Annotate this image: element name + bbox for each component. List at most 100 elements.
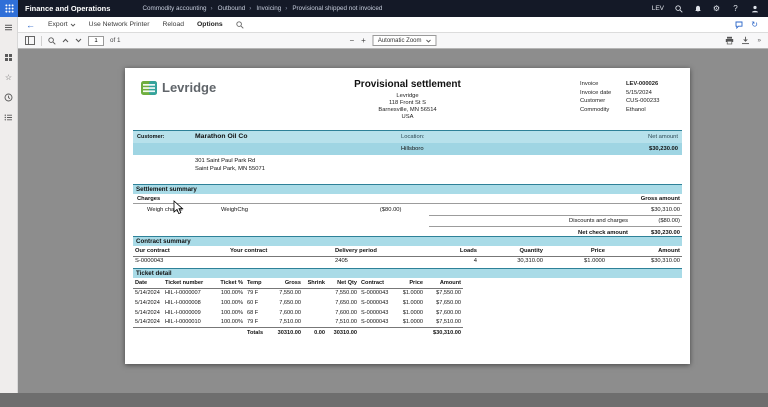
page-number-input[interactable]	[88, 35, 104, 46]
breadcrumb-item-area[interactable]: Outbound	[209, 5, 248, 12]
breadcrumb-item-group[interactable]: Invoicing	[247, 5, 283, 12]
table-cell: 7,510.00	[279, 319, 301, 326]
table-cell: 7,600.00	[335, 309, 357, 316]
breadcrumb-item-module[interactable]: Commodity accounting	[140, 5, 208, 12]
column-header: Ticket %	[217, 278, 245, 289]
mouse-cursor	[173, 200, 184, 215]
table-cell: S-0000043	[361, 309, 389, 316]
search-icon[interactable]	[674, 4, 683, 13]
feedback-icon[interactable]	[735, 21, 743, 29]
table-cell: HIL-I-0000008	[165, 299, 201, 306]
invoice-meta-block: Invoice LEV-000026 Invoice date 5/15/202…	[580, 81, 678, 113]
table-cell	[303, 289, 327, 299]
settings-gear-icon[interactable]: ⚙	[712, 4, 721, 13]
zoom-out-button[interactable]: −	[349, 36, 354, 45]
bell-icon[interactable]	[693, 4, 702, 13]
commodity-value: Ethanol	[626, 106, 646, 113]
action-bar: ← Export Use Network Printer Reload Opti…	[18, 17, 768, 33]
environment-label[interactable]: LEV	[652, 5, 664, 12]
report-page: Levridge Provisional settlement Levridge…	[125, 68, 690, 364]
table-cell: $30,310.00	[650, 258, 680, 265]
table-cell: S-0000043	[361, 319, 389, 326]
table-cell: S-0000043	[361, 299, 389, 306]
charge-code: WeighChg	[221, 206, 248, 213]
top-nav-bar: Finance and Operations Commodity account…	[0, 0, 768, 17]
help-icon[interactable]: ?	[731, 4, 740, 13]
export-label: Export	[48, 21, 68, 28]
customer-address-line1: 301 Saint Paul Park Rd	[195, 158, 256, 164]
table-cell: $7,510.00	[436, 319, 461, 326]
app-launcher-icon[interactable]	[0, 0, 18, 17]
zoom-in-button[interactable]: +	[361, 36, 366, 45]
toolbar-divider	[41, 35, 42, 46]
download-icon[interactable]	[741, 36, 750, 45]
invoice-label: Invoice	[580, 81, 599, 87]
column-header: Amount	[607, 246, 682, 257]
table-cell: 7,600.00	[279, 309, 301, 316]
chevron-down-icon	[426, 39, 431, 43]
account-person-icon[interactable]	[750, 4, 759, 13]
column-header: Your contract	[228, 246, 333, 257]
net-amount-value: $30,230.00	[648, 146, 678, 152]
table-cell: 100.00%	[220, 309, 243, 316]
breadcrumb-item-page[interactable]: Provisional shipped not invoiced	[283, 5, 384, 12]
zoom-level-select[interactable]: Automatic Zoom	[372, 35, 437, 46]
column-header: Our contract	[133, 246, 228, 257]
customer-address: 301 Saint Paul Park Rd Saint Paul Park, …	[195, 158, 265, 173]
next-page-icon[interactable]	[75, 38, 82, 43]
column-header: Delivery period	[333, 246, 443, 257]
back-button[interactable]: ←	[26, 20, 35, 30]
use-network-printer-button[interactable]: Use Network Printer	[89, 21, 150, 28]
chevron-down-icon	[70, 23, 75, 27]
commodity-label: Commodity	[580, 106, 610, 113]
table-cell: 100.00%	[220, 299, 243, 306]
export-menu-button[interactable]: Export	[48, 21, 76, 28]
table-cell: 79 F	[247, 290, 259, 297]
zoom-level-value: Automatic Zoom	[377, 37, 422, 44]
net-amount-label: Net amount	[648, 134, 678, 140]
zoom-controls: − + Automatic Zoom	[349, 35, 437, 46]
pdf-viewer-canvas[interactable]: Levridge Provisional settlement Levridge…	[18, 49, 768, 393]
pdf-toolbar-right: »	[725, 36, 761, 45]
gross-amount-value: $30,310.00	[650, 206, 680, 213]
ticket-detail-header: Ticket detail	[133, 268, 682, 278]
customer-number: CUS-000233	[626, 98, 660, 104]
table-cell: $1.0000	[402, 290, 423, 297]
refresh-icon[interactable]: ↻	[751, 20, 758, 29]
table-cell	[303, 308, 327, 318]
column-header: Shrink	[303, 278, 327, 289]
recent-clock-icon[interactable]	[4, 92, 14, 102]
ticket-detail-section: Ticket detail Date Ticket number Ticket …	[133, 268, 682, 338]
table-cell: 68 F	[247, 309, 259, 316]
previous-page-icon[interactable]	[62, 38, 69, 43]
table-cell: 5/14/2024	[135, 309, 160, 316]
gross-amount-header: Gross amount	[640, 196, 680, 202]
app-title[interactable]: Finance and Operations	[25, 4, 110, 13]
print-icon[interactable]	[725, 36, 734, 45]
table-cell: HIL-I-0000010	[165, 319, 201, 326]
column-header: Price	[545, 246, 607, 257]
customer-address-line2: Saint Paul Park, MN 55071	[195, 165, 265, 172]
table-cell	[228, 257, 333, 267]
table-cell: $1.0000	[584, 258, 605, 265]
table-cell: $1.0000	[402, 319, 423, 326]
workspaces-list-icon[interactable]	[4, 112, 14, 122]
favorites-star-icon[interactable]: ☆	[4, 72, 14, 82]
company-country: USA	[401, 114, 414, 120]
table-cell: $7,550.00	[436, 290, 461, 297]
table-cell: 7,510.00	[335, 319, 357, 326]
sidebar-toggle-icon[interactable]	[25, 36, 35, 45]
modules-grid-icon[interactable]	[4, 52, 14, 62]
find-in-document-icon[interactable]	[48, 36, 56, 45]
table-cell: 2405	[335, 258, 348, 265]
table-cell: HIL-I-0000009	[165, 309, 201, 316]
totals-amount: $30,310.00	[425, 326, 463, 338]
table-cell: S-0000043	[361, 290, 389, 297]
menu-hamburger-icon[interactable]	[4, 22, 14, 32]
table-cell: 60 F	[247, 299, 259, 306]
toolbar-more-icon[interactable]: »	[757, 37, 761, 44]
totals-shrink: 0.00	[303, 326, 327, 338]
action-search-icon[interactable]	[236, 20, 244, 29]
reload-button[interactable]: Reload	[162, 21, 184, 28]
options-button[interactable]: Options	[197, 21, 223, 28]
